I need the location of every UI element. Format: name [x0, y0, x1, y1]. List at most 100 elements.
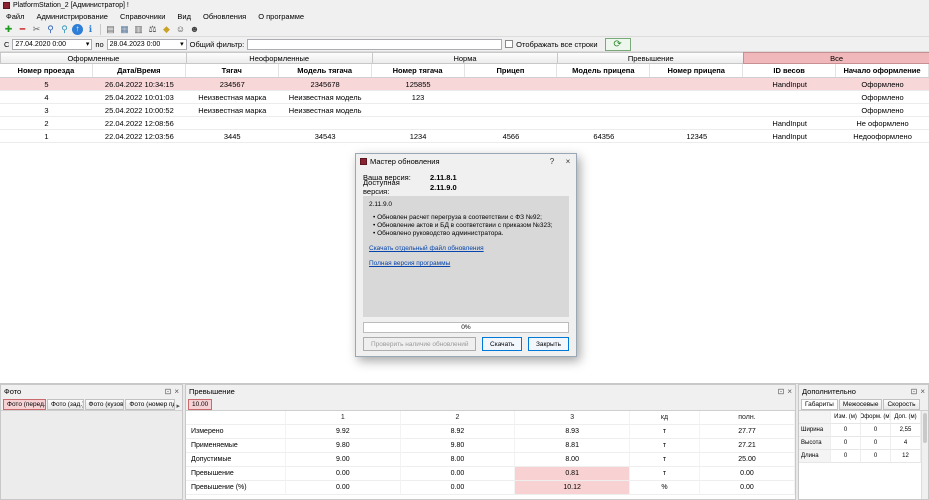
column-header[interactable]: Прицеп [465, 64, 558, 77]
close-icon[interactable]: × [174, 387, 179, 396]
column-header[interactable]: Тягач [186, 64, 279, 77]
cell: 0.00 [401, 481, 516, 495]
show-all-checkbox[interactable] [505, 40, 513, 48]
add-icon[interactable]: ✚ [2, 23, 15, 36]
document-icon[interactable]: ▤ [104, 23, 117, 36]
table-row[interactable]: 5 26.04.2022 10:34:15 234567 2345678 125… [0, 78, 929, 91]
search-icon[interactable]: ⚲ [44, 23, 57, 36]
table-row[interactable]: 1 22.04.2022 12:03:56 3445 34543 1234 45… [0, 130, 929, 143]
pin-icon[interactable]: ⊡ [778, 387, 785, 396]
tab-excess[interactable]: Превышение [557, 52, 744, 64]
toolbar-separator [100, 24, 101, 35]
global-filter-label: Общий фильтр: [190, 40, 245, 49]
photo-tab-plate[interactable]: Фото (номер пд) [125, 399, 175, 410]
close-button[interactable]: Закрыть [528, 337, 569, 351]
column-header[interactable]: Начало оформление [836, 64, 929, 77]
tab-overflow-icon[interactable]: ▸ [176, 402, 180, 410]
scales-icon[interactable]: ⚖ [146, 23, 159, 36]
view-tabstrip: Оформленные Неоформленные Норма Превышен… [0, 52, 929, 64]
update-icon[interactable]: ↑ [72, 24, 83, 35]
table-row[interactable]: 4 25.04.2022 10:01:03 Неизвестная марка … [0, 91, 929, 104]
menu-about[interactable]: О программе [252, 12, 310, 21]
photo-tab-body[interactable]: Фото (кузов) [85, 399, 125, 410]
excess-tab-10[interactable]: 10.00 [188, 399, 212, 410]
extra-tab-dimensions[interactable]: Габариты [801, 399, 838, 410]
cell [465, 104, 558, 116]
your-version-value: 2.11.8.1 [430, 173, 457, 182]
menu-view[interactable]: Вид [171, 12, 197, 21]
date-to-label: по [95, 40, 103, 49]
date-to-picker[interactable]: 28.04.2023 0:00 ▾ [107, 39, 187, 50]
changelog-box: 2.11.9.0 Обновлен расчет перегруза в соо… [363, 196, 569, 317]
photo-tab-rear[interactable]: Фото (зад.) [47, 399, 84, 410]
cell: 25.04.2022 10:01:03 [93, 91, 186, 103]
scrollbar[interactable] [921, 411, 928, 499]
global-filter-input[interactable] [247, 39, 502, 50]
tab-norm[interactable]: Норма [372, 52, 559, 64]
close-icon[interactable]: × [920, 387, 925, 396]
users-icon[interactable]: ☻ [188, 23, 201, 36]
app-icon [360, 158, 367, 165]
cell: 0.00 [700, 467, 795, 481]
photo-tab-front[interactable]: Фото (перед.) [3, 399, 46, 410]
scrollbar-thumb[interactable] [923, 413, 927, 443]
menu-administration[interactable]: Администрирование [30, 12, 114, 21]
pin-icon[interactable]: ⊡ [911, 387, 918, 396]
tab-unissued[interactable]: Неоформленные [186, 52, 373, 64]
table-row[interactable]: 3 25.04.2022 10:00:52 Неизвестная марка … [0, 104, 929, 117]
column-header[interactable]: Номер прицепа [650, 64, 743, 77]
help-icon[interactable]: ? [544, 154, 560, 169]
extra-corner-cell [799, 411, 831, 424]
menu-directories[interactable]: Справочники [114, 12, 171, 21]
save-icon[interactable]: ▦ [118, 23, 131, 36]
column-header[interactable]: Номер тягача [372, 64, 465, 77]
excess-col-header: 2 [401, 411, 516, 425]
key-icon[interactable]: ◆ [160, 23, 173, 36]
extra-tab-axles[interactable]: Межосевые [839, 399, 883, 410]
cell [465, 91, 558, 103]
download-update-file-link[interactable]: Скачать отдельный файл обновления [369, 245, 563, 252]
tab-issued[interactable]: Оформленные [0, 52, 187, 64]
check-updates-button[interactable]: Проверить наличие обновлений [363, 337, 476, 351]
remove-icon[interactable]: ━ [16, 23, 29, 36]
column-header[interactable]: Модель тягача [279, 64, 372, 77]
table-row[interactable]: 2 22.04.2022 12:08:56 HandInput Не оформ… [0, 117, 929, 130]
download-button[interactable]: Скачать [482, 337, 522, 351]
cell: 25.00 [700, 453, 795, 467]
full-version-link[interactable]: Полная версия программы [369, 260, 563, 267]
dialog-title: Мастер обновления [370, 157, 541, 166]
menu-updates[interactable]: Обновления [197, 12, 252, 21]
dialog-title-bar: Мастер обновления ? × [356, 154, 576, 169]
column-header[interactable]: Номер проезда [0, 64, 93, 77]
cell: 0 [861, 437, 891, 450]
excess-row-allowed: Допустимые 9.00 8.00 8.00 т 25.00 [186, 453, 795, 467]
extra-tab-speed[interactable]: Скорость [883, 399, 919, 410]
tab-all[interactable]: Все [743, 52, 929, 64]
cell: 0 [861, 450, 891, 463]
refresh-button[interactable]: ⟳ [605, 38, 631, 51]
search-plate-icon[interactable]: ⚲ [58, 23, 71, 36]
column-header[interactable]: ID весов [743, 64, 836, 77]
cell [557, 117, 650, 129]
column-header[interactable]: Дата/Время [93, 64, 186, 77]
cell: 9.00 [286, 453, 401, 467]
close-icon[interactable]: × [787, 387, 792, 396]
excess-row-excess-percent: Превышение (%) 0.00 0.00 10.12 % 0.00 [186, 481, 795, 495]
close-icon[interactable]: × [560, 154, 576, 169]
bottom-dock: Фото ⊡ × Фото (перед.) Фото (зад.) Фото … [0, 384, 929, 500]
pin-icon[interactable]: ⊡ [165, 387, 172, 396]
column-header[interactable]: Модель прицепа [557, 64, 650, 77]
edit-icon[interactable]: ✂ [30, 23, 43, 36]
cell: 3 [0, 104, 93, 116]
cell: % [630, 481, 700, 495]
date-from-picker[interactable]: 27.04.2020 0:00 ▾ [12, 39, 92, 50]
menu-file[interactable]: Файл [0, 12, 30, 21]
user-icon[interactable]: ☺ [174, 23, 187, 36]
cell [650, 91, 743, 103]
info-icon[interactable]: ℹ [84, 23, 97, 36]
report-icon[interactable]: ▥ [132, 23, 145, 36]
cell: 2345678 [279, 78, 372, 90]
changelog-item: Обновлен расчет перегруза в соответствии… [373, 214, 563, 221]
cell: 8.81 [515, 439, 630, 453]
cell: 0 [831, 437, 861, 450]
